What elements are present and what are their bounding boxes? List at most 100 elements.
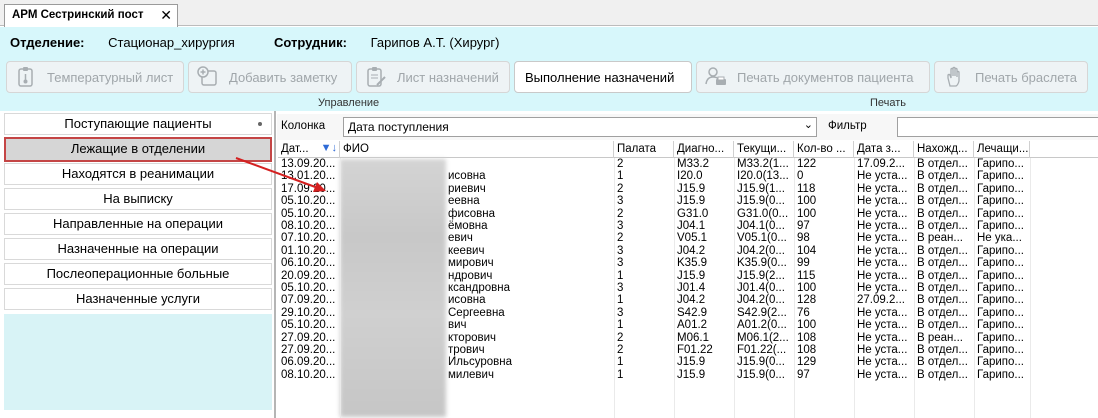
table-cell: мирович xyxy=(448,257,494,270)
person-printer-icon xyxy=(705,66,727,88)
table-cell: 13.09.20... xyxy=(281,158,336,170)
print-bracelet-label: Печать браслета xyxy=(975,69,1078,85)
department-info: Отделение: Стационар_хирургия xyxy=(10,35,235,50)
header-panel: Отделение: Стационар_хирургия Сотрудник:… xyxy=(0,27,1098,111)
column-label: Колонка xyxy=(281,120,326,132)
table-cell: J15.9(1... xyxy=(737,182,785,195)
table-cell: В реан... xyxy=(917,232,963,245)
table-cell: M06.1(2... xyxy=(737,331,789,344)
filter-input[interactable] xyxy=(897,117,1098,137)
table-cell: Сергеевна xyxy=(448,306,505,319)
sort-desc-icon[interactable]: ▼↓ xyxy=(321,142,337,154)
table-cell: В реан... xyxy=(917,331,963,344)
table-cell: J15.9(0... xyxy=(737,356,785,369)
table-cell: M33.2(1... xyxy=(737,158,789,170)
execute-prescriptions-label: Выполнение назначений xyxy=(525,69,675,85)
menu-assigned-services[interactable]: Назначенные услуги xyxy=(4,288,272,310)
table-cell: 05.10.20... xyxy=(281,195,336,208)
table-cell: 27.09.2... xyxy=(857,294,905,307)
menu-item-label: Назначенные услуги xyxy=(75,291,201,306)
menu-discharge[interactable]: На выписку xyxy=(4,188,272,210)
table-cell: Гарипо... xyxy=(977,257,1025,270)
table-cell: В отдел... xyxy=(917,207,968,220)
indicator-dot-icon xyxy=(258,122,262,126)
print-bracelet-button[interactable]: Печать браслета xyxy=(934,61,1088,93)
header-label: Дат... xyxy=(281,143,309,155)
table-cell: J15.9 xyxy=(677,368,706,381)
menu-in-icu[interactable]: Находятся в реанимации xyxy=(4,163,272,185)
clipboard-pen-icon xyxy=(365,66,387,88)
table-cell: 08.10.20... xyxy=(281,220,336,232)
close-icon[interactable]: ✕ xyxy=(160,7,172,24)
table-cell: Гарипо... xyxy=(977,331,1025,344)
column-select-value: Дата поступления xyxy=(348,120,449,134)
header-ward[interactable]: Палата xyxy=(614,141,674,158)
table-cell: 118 xyxy=(797,182,816,195)
table-cell: 100 xyxy=(797,282,817,294)
header-current[interactable]: Текущи... xyxy=(734,141,794,158)
header-date[interactable]: Дата з... xyxy=(854,141,914,158)
add-note-icon xyxy=(197,66,219,88)
table-cell: I20.0 xyxy=(677,170,703,183)
execute-prescriptions-button[interactable]: Выполнение назначений xyxy=(514,61,692,93)
add-note-button[interactable]: Добавить заметку xyxy=(188,61,352,93)
table-cell: Гарипо... xyxy=(977,306,1025,319)
column-divider xyxy=(614,158,615,418)
table-cell: F01.22(... xyxy=(737,344,787,356)
table-cell: В отдел... xyxy=(917,257,968,270)
table-cell: Гарипо... xyxy=(977,170,1025,183)
table-cell: J04.2 xyxy=(677,294,706,307)
table-cell: 97 xyxy=(797,220,810,232)
header-count[interactable]: Кол-во ... xyxy=(794,141,854,158)
menu-scheduled-surgery[interactable]: Назначенные на операции xyxy=(4,238,272,260)
table-cell: 05.10.20... xyxy=(281,282,336,294)
column-divider xyxy=(914,158,915,418)
table-cell: Гарипо... xyxy=(977,356,1025,369)
table-cell: 0 xyxy=(797,170,804,183)
table-cell: 2 xyxy=(617,331,624,344)
table-cell: J15.9 xyxy=(677,356,706,369)
table-cell: Не уста... xyxy=(857,331,908,344)
table-cell: Гарипо... xyxy=(977,182,1025,195)
table-cell: ксандровна xyxy=(448,282,511,294)
menu-item-label: Поступающие пациенты xyxy=(64,116,212,131)
table-cell: В отдел... xyxy=(917,220,968,232)
column-select[interactable]: Дата поступления ⌄ xyxy=(343,117,817,137)
table-cell: Гарипо... xyxy=(977,282,1025,294)
table-cell: J15.9(0... xyxy=(737,368,785,381)
table-cell: 1 xyxy=(617,170,624,183)
table-cell: 128 xyxy=(797,294,817,307)
header-diagnosis[interactable]: Диагно... xyxy=(674,141,734,158)
column-divider xyxy=(674,158,675,418)
table-cell: В отдел... xyxy=(917,182,968,195)
table-cell: 99 xyxy=(797,257,810,270)
table-cell: В отдел... xyxy=(917,356,968,369)
header-admission-date[interactable]: Дат... ▼↓ xyxy=(278,141,340,158)
tab-arm-nurse-post[interactable]: АРМ Сестринский пост ✕ xyxy=(4,4,178,27)
menu-postoperative[interactable]: Послеоперационные больные xyxy=(4,263,272,285)
header-full-name[interactable]: ФИО xyxy=(340,141,614,158)
table-cell: G31.0(0... xyxy=(737,207,789,220)
prescription-sheet-button[interactable]: Лист назначений xyxy=(356,61,510,93)
menu-in-department[interactable]: Лежащие в отделении xyxy=(4,137,272,162)
menu-referred-surgery[interactable]: Направленные на операции xyxy=(4,213,272,235)
table-cell: I20.0(13... xyxy=(737,170,789,183)
table-cell: Гарипо... xyxy=(977,158,1025,170)
table-cell: В отдел... xyxy=(917,368,968,381)
employee-value: Гарипов А.Т. (Хирург) xyxy=(370,35,500,50)
menu-item-label: Лежащие в отделении xyxy=(70,141,206,156)
header-doctor[interactable]: Лечащи... xyxy=(974,141,1030,158)
menu-incoming-patients[interactable]: Поступающие пациенты xyxy=(4,113,272,135)
table-cell: A01.2(0... xyxy=(737,319,787,332)
table-cell: 06.10.20... xyxy=(281,257,336,270)
header-location[interactable]: Нахожд... xyxy=(914,141,974,158)
table-cell: В отдел... xyxy=(917,195,968,208)
column-divider xyxy=(974,158,975,418)
table-cell: 17.09.2... xyxy=(857,158,905,170)
table-cell: 3 xyxy=(617,282,624,294)
table-cell: евич xyxy=(448,232,473,245)
menu-item-label: Находятся в реанимации xyxy=(61,166,215,181)
table-cell: 13.01.20... xyxy=(281,170,336,183)
temperature-sheet-button[interactable]: Температурный лист xyxy=(6,61,184,93)
print-patient-documents-button[interactable]: Печать документов пациента xyxy=(696,61,930,93)
